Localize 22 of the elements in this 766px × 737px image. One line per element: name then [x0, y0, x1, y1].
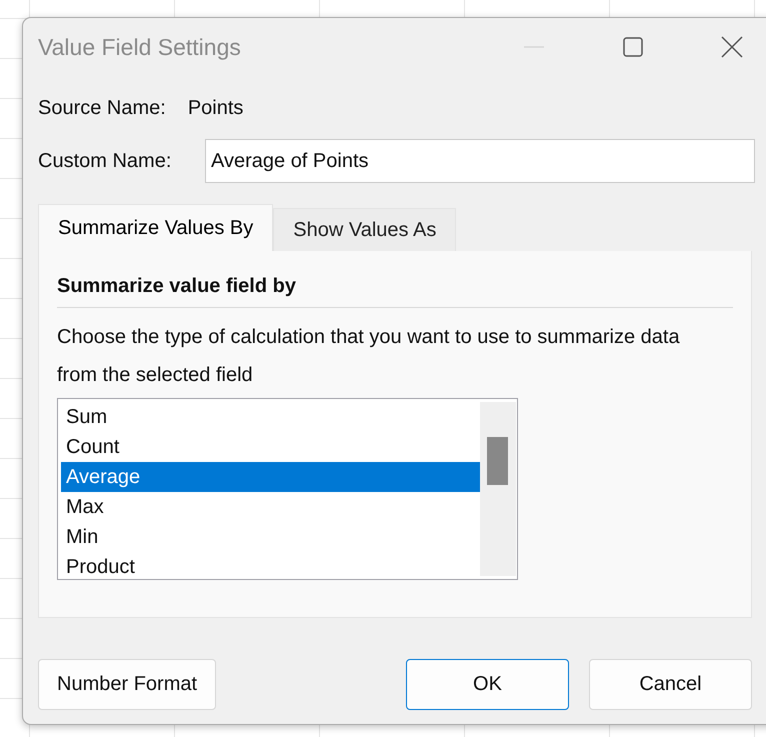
- dialog-button[interactable]: Number Format: [38, 659, 216, 710]
- list-item[interactable]: Count: [61, 432, 480, 462]
- list-item[interactable]: Product: [61, 552, 480, 582]
- list-item[interactable]: Min: [61, 522, 480, 552]
- custom-name-label: Custom Name:: [38, 150, 172, 172]
- close-icon[interactable]: [721, 36, 743, 58]
- scrollbar[interactable]: [480, 402, 516, 576]
- tab[interactable]: Show Values As: [273, 208, 456, 251]
- description-text: Choose the type of calculation that you want to use to summarize data from the selected field: [57, 325, 681, 388]
- section-heading: Summarize value field by: [57, 275, 297, 298]
- list-item[interactable]: Average: [61, 462, 480, 492]
- dialog-button[interactable]: OK: [406, 659, 569, 710]
- source-name-value: Points: [188, 96, 244, 120]
- list-item[interactable]: Max: [61, 492, 480, 522]
- tab[interactable]: Summarize Values By: [38, 204, 274, 251]
- custom-name-field[interactable]: Average of Points: [205, 139, 755, 183]
- maximize-icon[interactable]: [623, 37, 643, 57]
- source-name-label: Source Name:: [38, 96, 166, 120]
- window-title: Value Field Settings: [38, 34, 242, 60]
- dialog-button[interactable]: Cancel: [589, 659, 752, 710]
- list-item[interactable]: Sum: [61, 402, 480, 432]
- scrollbar-thumb[interactable]: [487, 437, 508, 485]
